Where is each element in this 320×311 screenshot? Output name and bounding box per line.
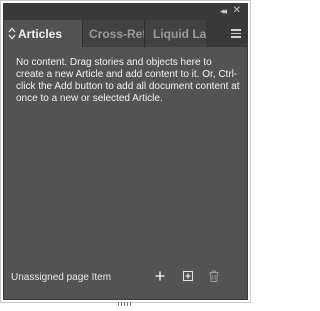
articles-panel: ◂◂ ✕ Articles Cross-Refe Liquid Lay No c… — [3, 3, 248, 306]
panel-tab-bar: Articles Cross-Refe Liquid Lay — [4, 20, 247, 47]
panel-footer: Unassigned page Item — [4, 266, 247, 288]
add-selected-icon[interactable] — [181, 269, 195, 283]
panel-menu-icon[interactable] — [231, 29, 241, 38]
close-icon[interactable]: ✕ — [233, 6, 241, 16]
window-frame: ◂◂ ✕ Articles Cross-Refe Liquid Lay No c… — [0, 0, 251, 306]
collapse-panel-icon[interactable]: ◂◂ — [220, 7, 227, 16]
tab-articles[interactable]: Articles — [4, 20, 82, 47]
empty-state-message: No content. Drag stories and objects her… — [16, 57, 240, 104]
panel-title-bar[interactable]: ◂◂ ✕ — [4, 4, 247, 20]
trash-icon[interactable] — [207, 269, 221, 283]
unassigned-page-item-label: Unassigned page Item — [11, 272, 112, 283]
sort-arrows-icon — [8, 27, 16, 40]
plus-icon[interactable] — [153, 269, 167, 283]
tab-articles-label: Articles — [18, 27, 63, 41]
resize-grip[interactable] — [117, 293, 134, 306]
tab-liquid-layout-label: Liquid Lay — [153, 27, 206, 41]
tab-liquid-layout[interactable]: Liquid Lay — [144, 20, 206, 47]
tab-cross-references-label: Cross-Refe — [89, 27, 144, 41]
tab-cross-references[interactable]: Cross-Refe — [82, 20, 144, 47]
